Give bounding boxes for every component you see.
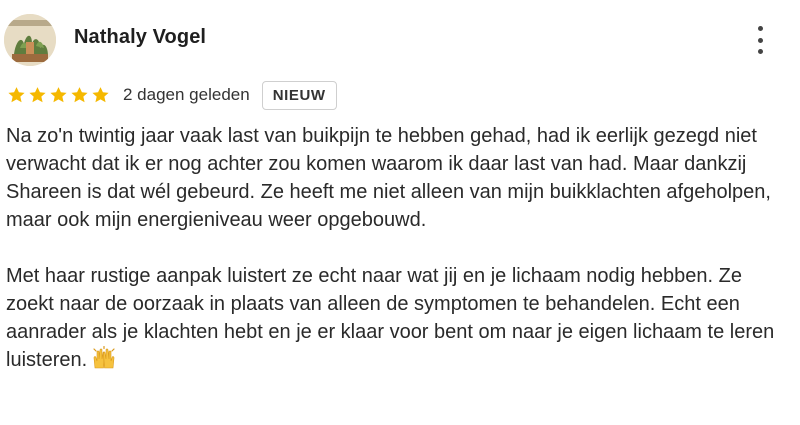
star-icon (71, 87, 88, 103)
reviewer-name[interactable]: Nathaly Vogel (74, 26, 206, 49)
star-icon (8, 87, 25, 103)
star-rating (6, 85, 111, 105)
menu-dot (757, 49, 763, 54)
avatar-image (4, 14, 56, 66)
review-paragraph-2-text: Met haar rustige aanpak luistert ze echt… (6, 265, 775, 371)
star-icon (92, 87, 109, 103)
review-paragraph-1: Na zo'n twintig jaar vaak last van buikp… (6, 125, 771, 231)
raising-hands-icon (91, 345, 117, 378)
more-options-icon[interactable] (752, 26, 768, 54)
review-meta: 2 dagen geleden NIEUW (6, 80, 337, 110)
star-icon (29, 87, 46, 103)
menu-dot (757, 37, 763, 43)
review-text: Na zo'n twintig jaar vaak last van buikp… (6, 122, 791, 378)
review-date: 2 dagen geleden (123, 85, 250, 104)
avatar[interactable] (4, 14, 56, 66)
star-icon (50, 87, 67, 103)
new-badge: NIEUW (261, 80, 337, 110)
menu-dot (757, 26, 763, 31)
review-paragraph-2: Met haar rustige aanpak luistert ze echt… (6, 262, 791, 378)
